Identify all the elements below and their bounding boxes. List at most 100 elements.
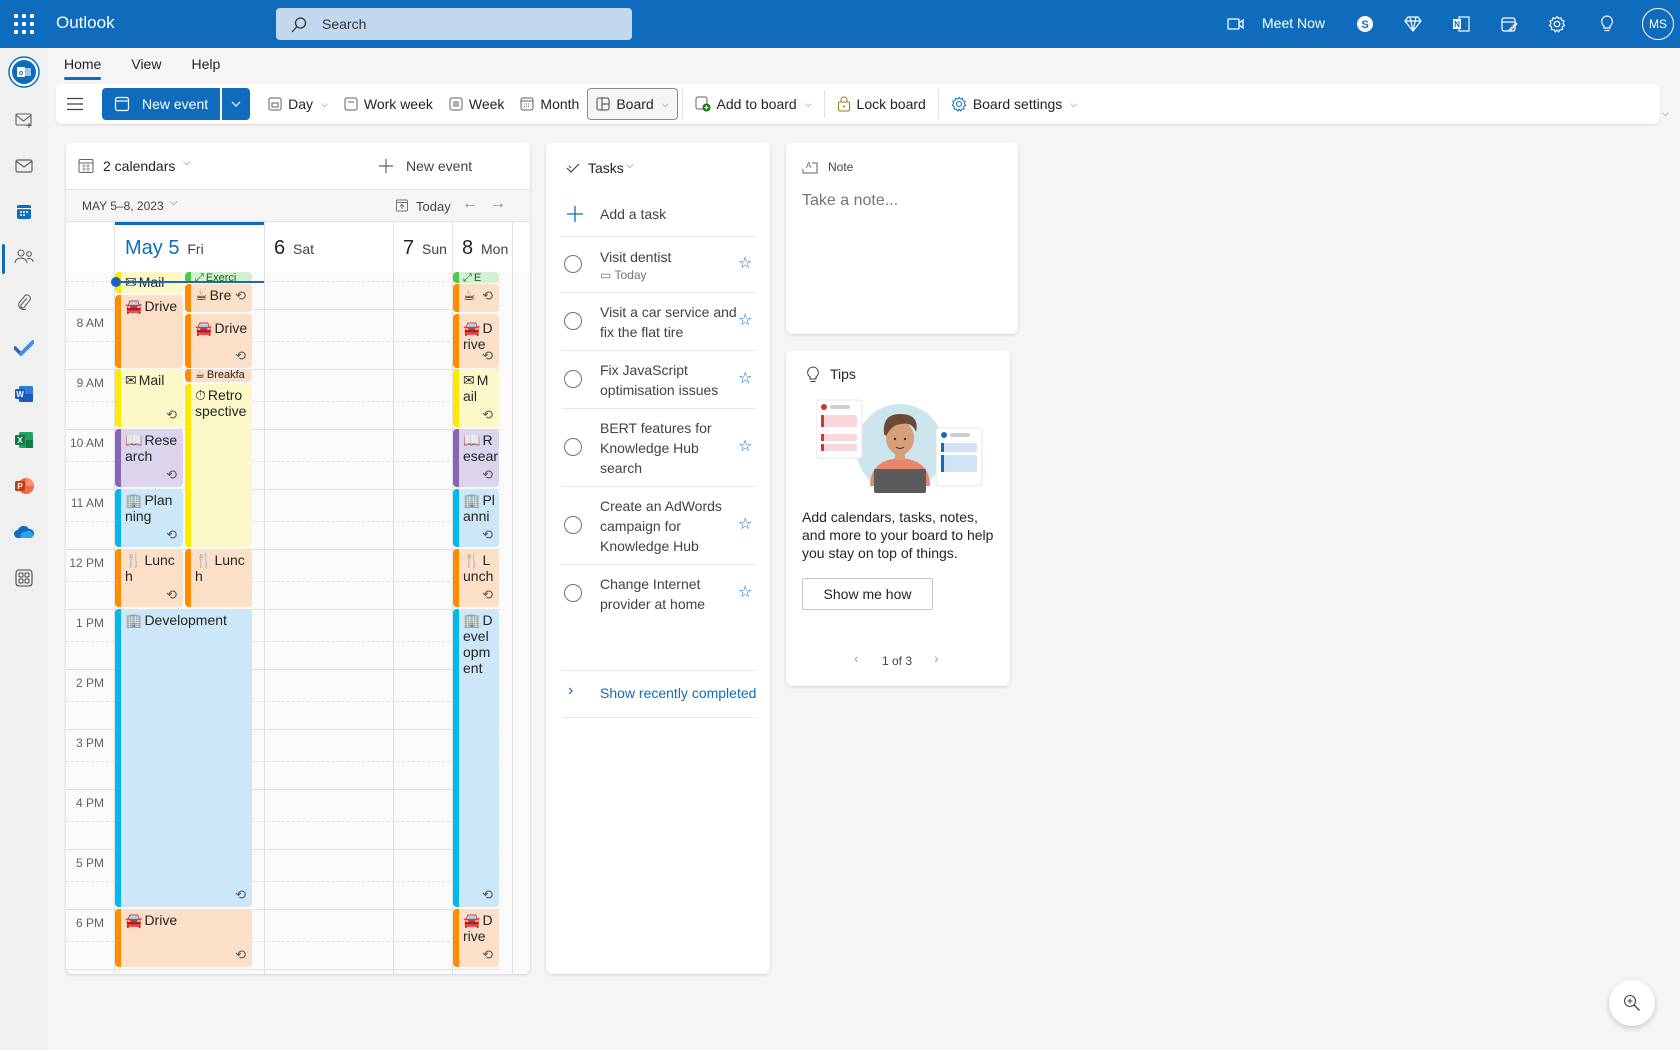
event-breakfast[interactable]: ☕ Bre ⟲ (185, 284, 252, 312)
powerpoint-icon[interactable]: P (12, 474, 36, 498)
tab-home[interactable]: Home (64, 52, 102, 80)
event-lunch[interactable]: 🍴 Lunc h ⟲ (115, 549, 183, 607)
skype-icon[interactable]: S (1353, 12, 1377, 36)
my-day-icon[interactable] (1497, 12, 1521, 36)
event-drive[interactable]: 🚘 Drive ⟲ (185, 314, 252, 368)
day-view-button[interactable]: Day ⌵ (260, 88, 336, 120)
event-mail[interactable]: ✉ Mail ⟲ (115, 369, 183, 427)
star-icon[interactable]: ☆ (738, 436, 752, 456)
event-drive[interactable]: 🚘 Drive ⟲ (115, 909, 252, 967)
event-breakfast[interactable]: ☕ Breakfa (185, 369, 252, 382)
star-icon[interactable]: ☆ (738, 514, 752, 534)
new-mail-icon[interactable] (12, 108, 36, 132)
task-item[interactable]: Change Internet provider at home ☆ (562, 564, 756, 622)
chevron-down-icon[interactable]: ⌵ (626, 160, 634, 171)
month-view-button[interactable]: Month (512, 88, 587, 120)
app-title[interactable]: Outlook (56, 13, 115, 33)
chevron-down-icon[interactable]: ⌵ (183, 157, 191, 168)
task-item[interactable]: Fix JavaScript optimisation issues ☆ (562, 350, 756, 408)
event-lunch[interactable]: 🍴 L unch ⟲ (453, 549, 499, 607)
add-task-button[interactable]: Add a task (600, 206, 666, 222)
task-complete-checkbox[interactable] (564, 438, 582, 456)
new-event-dropdown[interactable] (222, 88, 251, 120)
onedrive-icon[interactable] (12, 520, 36, 544)
week-view-button[interactable]: Week (441, 88, 513, 120)
account-avatar[interactable]: MS (1642, 8, 1674, 40)
calendar-new-event-button[interactable]: New event (406, 158, 472, 174)
task-item[interactable]: BERT features for Knowledge Hub search ☆ (562, 408, 756, 486)
event-drive[interactable]: 🚘 D rive ⟲ (453, 314, 499, 368)
event-research[interactable]: 📖 Rese arch ⟲ (115, 429, 183, 487)
tasks-title[interactable]: Tasks (588, 160, 624, 176)
star-icon[interactable]: ☆ (738, 253, 752, 273)
new-event-button[interactable]: New event (102, 88, 221, 120)
task-complete-checkbox[interactable] (564, 516, 582, 534)
previous-arrow-icon[interactable]: ← (462, 195, 478, 213)
task-complete-checkbox[interactable] (564, 584, 582, 602)
event-research[interactable]: 📖 R esear ⟲ (453, 429, 499, 487)
event-drive[interactable]: 🚘 Drive (115, 295, 183, 368)
excel-icon[interactable]: X (12, 428, 36, 452)
next-arrow-icon[interactable]: → (490, 195, 506, 213)
event-development[interactable]: 🏢 D evel opm ent ⟲ (453, 609, 499, 907)
board-settings-button[interactable]: Board settings ⌵ (943, 88, 1085, 120)
more-apps-icon[interactable] (12, 566, 36, 590)
event-mail[interactable]: ✉ M ail ⟲ (453, 369, 499, 427)
star-icon[interactable]: ☆ (738, 310, 752, 330)
calendars-selector[interactable]: 2 calendars (103, 158, 175, 174)
task-item[interactable]: Create an AdWords campaign for Knowledge… (562, 486, 756, 564)
hamburger-menu-icon[interactable] (56, 88, 94, 120)
chevron-down-icon[interactable]: ⌵ (170, 197, 178, 208)
show-completed-row[interactable]: › Show recently completed (562, 670, 756, 718)
date-range-selector[interactable]: MAY 5–8, 2023 (82, 199, 164, 213)
event-planning[interactable]: 🏢 Plan ning ⟲ (115, 489, 183, 547)
previous-tip-icon[interactable]: ‹ (854, 650, 859, 666)
work-week-view-button[interactable]: Work week (336, 88, 441, 120)
todo-icon[interactable] (12, 336, 36, 360)
board-view-button[interactable]: Board ⌵ (587, 88, 678, 120)
star-icon[interactable]: ☆ (738, 368, 752, 388)
day-header-fri[interactable]: May 5 Fri (125, 237, 204, 260)
word-icon[interactable]: W (12, 382, 36, 406)
meet-now-button[interactable]: Meet Now (1262, 15, 1325, 31)
attachment-icon[interactable] (12, 290, 36, 314)
day-header-sat[interactable]: 6 Sat (274, 237, 314, 260)
note-input[interactable]: Take a note... (802, 192, 1002, 210)
outlook-logo-icon[interactable]: o (8, 56, 40, 88)
star-icon[interactable]: ☆ (738, 582, 752, 602)
next-tip-icon[interactable]: › (934, 650, 939, 666)
day-header-mon[interactable]: 8 Mon (462, 237, 508, 260)
event-breakfast[interactable]: ☕ ⟲ (453, 284, 499, 312)
add-to-board-button[interactable]: Add to board ⌵ (687, 88, 820, 120)
time-grid[interactable]: 8 AM 9 AM 10 AM 11 AM 12 PM 1 PM 2 PM 3 … (66, 272, 530, 974)
task-complete-checkbox[interactable] (564, 312, 582, 330)
lock-board-button[interactable]: Lock board (829, 88, 934, 120)
show-recently-completed-link[interactable]: Show recently completed (600, 685, 756, 701)
zoom-button[interactable] (1609, 980, 1655, 1026)
task-complete-checkbox[interactable] (564, 370, 582, 388)
settings-gear-icon[interactable] (1545, 12, 1569, 36)
video-camera-icon[interactable] (1224, 12, 1248, 36)
people-icon[interactable] (12, 244, 36, 268)
task-item[interactable]: Visit dentist ▭ Today ☆ (562, 236, 756, 292)
tab-help[interactable]: Help (191, 52, 220, 80)
event-retrospective[interactable]: ⏱ Retro spective (185, 384, 252, 547)
tips-lightbulb-icon[interactable] (1595, 12, 1619, 36)
ribbon-expand-chevron-icon[interactable]: ⌵ (1662, 108, 1669, 119)
onenote-feed-icon[interactable]: N (1449, 12, 1473, 36)
search-input[interactable]: Search (322, 16, 366, 32)
today-button[interactable]: Today (416, 199, 451, 214)
tab-view[interactable]: View (131, 52, 161, 80)
mail-icon[interactable] (12, 154, 36, 178)
event-development[interactable]: 🏢 Development ⟲ (115, 609, 252, 907)
search-box[interactable]: Search (276, 8, 632, 40)
app-launcher-icon[interactable] (14, 14, 34, 34)
day-header-sun[interactable]: 7 Sun (403, 237, 447, 260)
premium-diamond-icon[interactable] (1401, 12, 1425, 36)
event-drive[interactable]: 🚘 D rive ⟲ (453, 909, 499, 967)
show-me-how-button[interactable]: Show me how (802, 578, 933, 610)
task-complete-checkbox[interactable] (564, 255, 582, 273)
event-lunch[interactable]: 🍴 Lunc h (185, 549, 252, 607)
calendar-icon[interactable] (12, 200, 36, 224)
task-item[interactable]: Visit a car service and fix the flat tir… (562, 292, 756, 350)
